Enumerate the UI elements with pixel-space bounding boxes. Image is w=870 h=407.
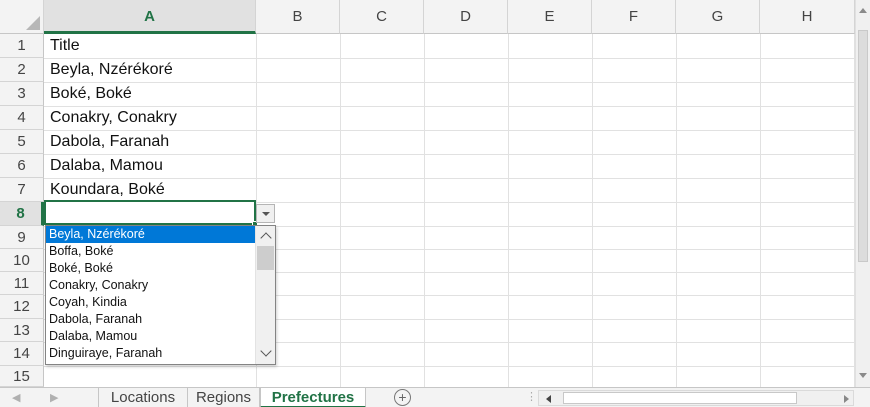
scroll-left-arrow-icon[interactable] (546, 395, 551, 403)
column-header-e[interactable]: E (508, 0, 592, 34)
gridline-vertical (592, 34, 593, 387)
row-header-11[interactable]: 11 (0, 272, 44, 295)
tab-prefectures[interactable]: Prefectures (260, 388, 366, 407)
tab-regions[interactable]: Regions (188, 388, 260, 407)
column-header-a[interactable]: A (44, 0, 256, 34)
scroll-up-arrow-icon[interactable] (859, 8, 867, 13)
column-header-f[interactable]: F (592, 0, 676, 34)
gridline-vertical (340, 34, 341, 387)
row-header-3[interactable]: 3 (0, 82, 44, 106)
validation-dropdown-list[interactable]: Beyla, Nzérékoré Boffa, Boké Boké, Boké … (45, 225, 276, 365)
dropdown-option[interactable]: Boké, Boké (46, 260, 255, 277)
tab-splitter-handle[interactable]: ⋮ (526, 390, 537, 403)
row-header-15[interactable]: 15 (0, 366, 44, 387)
dropdown-option[interactable]: Boffa, Boké (46, 243, 255, 260)
row-header-10[interactable]: 10 (0, 249, 44, 272)
dropdown-option[interactable]: Coyah, Kindia (46, 294, 255, 311)
plus-circle-icon[interactable]: + (394, 389, 411, 406)
gridline-vertical (508, 34, 509, 387)
cell-a7[interactable]: Koundara, Boké (44, 178, 256, 202)
column-header-h[interactable]: H (760, 0, 855, 34)
cell-a4[interactable]: Conakry, Conakry (44, 106, 256, 130)
select-all-triangle-icon (26, 16, 40, 30)
gridline-horizontal (44, 366, 855, 367)
horizontal-scrollbar[interactable] (538, 390, 854, 406)
gridline-vertical (760, 34, 761, 387)
horizontal-scroll-thumb[interactable] (563, 392, 797, 404)
active-cell-a8[interactable] (44, 200, 256, 225)
vertical-scrollbar[interactable] (855, 0, 870, 387)
dropdown-option[interactable]: Dabola, Faranah (46, 311, 255, 328)
validation-dropdown-button[interactable] (256, 204, 275, 223)
dropdown-arrow-icon (262, 212, 270, 216)
cell-a3[interactable]: Boké, Boké (44, 82, 256, 106)
worksheet-grid[interactable]: A B C D E F G H 1 2 3 4 5 6 7 8 9 10 11 … (0, 0, 855, 387)
chevron-up-icon[interactable] (260, 232, 272, 244)
tab-scroll-right-icon[interactable]: ▶ (50, 391, 58, 404)
cell-a6[interactable]: Dalaba, Mamou (44, 154, 256, 178)
tab-locations[interactable]: Locations (98, 388, 188, 407)
scroll-right-arrow-icon[interactable] (844, 395, 849, 403)
row-header-7[interactable]: 7 (0, 178, 44, 202)
row-header-4[interactable]: 4 (0, 106, 44, 130)
dropdown-option[interactable]: Dinguiraye, Faranah (46, 345, 255, 362)
row-header-2[interactable]: 2 (0, 58, 44, 82)
cell-a1[interactable]: Title (44, 34, 256, 58)
dropdown-scroll-thumb[interactable] (257, 246, 274, 270)
dropdown-options: Beyla, Nzérékoré Boffa, Boké Boké, Boké … (46, 226, 255, 362)
row-header-5[interactable]: 5 (0, 130, 44, 154)
column-header-b[interactable]: B (256, 0, 340, 34)
cell-a2[interactable]: Beyla, Nzérékoré (44, 58, 256, 82)
row-header-1[interactable]: 1 (0, 34, 44, 58)
column-header-g[interactable]: G (676, 0, 760, 34)
gridline-vertical (676, 34, 677, 387)
column-header-c[interactable]: C (340, 0, 424, 34)
dropdown-option[interactable]: Dalaba, Mamou (46, 328, 255, 345)
dropdown-option[interactable]: Conakry, Conakry (46, 277, 255, 294)
column-header-d[interactable]: D (424, 0, 508, 34)
sheet-tab-bar: ◀ ▶ Locations Regions Prefectures + ⋮ (0, 387, 870, 407)
row-header-8[interactable]: 8 (0, 202, 44, 226)
select-all-button[interactable] (0, 0, 44, 34)
row-header-6[interactable]: 6 (0, 154, 44, 178)
scroll-down-arrow-icon[interactable] (859, 373, 867, 378)
vertical-scroll-thumb[interactable] (858, 30, 868, 262)
gridline-vertical (424, 34, 425, 387)
row-header-14[interactable]: 14 (0, 342, 44, 366)
cell-a5[interactable]: Dabola, Faranah (44, 130, 256, 154)
dropdown-scrollbar[interactable] (255, 226, 275, 364)
row-header-9[interactable]: 9 (0, 226, 44, 249)
row-header-12[interactable]: 12 (0, 295, 44, 319)
chevron-down-icon[interactable] (260, 345, 272, 357)
tab-scroll-left-icon[interactable]: ◀ (12, 391, 20, 404)
row-header-13[interactable]: 13 (0, 319, 44, 342)
dropdown-option-selected[interactable]: Beyla, Nzérékoré (46, 226, 255, 243)
